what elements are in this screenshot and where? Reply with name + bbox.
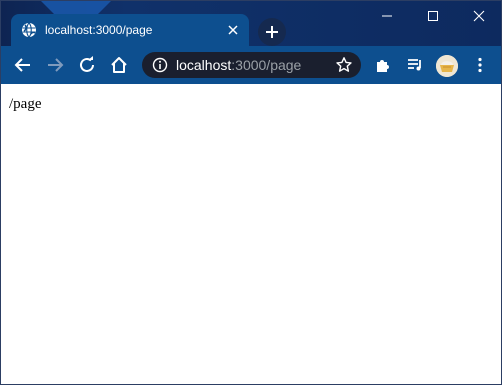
avatar-image bbox=[436, 55, 458, 77]
active-tab[interactable]: localhost:3000/page bbox=[11, 14, 249, 46]
bookmark-star-icon[interactable] bbox=[335, 56, 353, 74]
plus-icon bbox=[266, 26, 278, 38]
menu-icon bbox=[478, 57, 482, 73]
browser-toolbar: localhost:3000/page bbox=[1, 46, 501, 84]
forward-icon bbox=[48, 58, 64, 72]
address-bar[interactable]: localhost:3000/page bbox=[142, 52, 361, 78]
url-path: :3000/page bbox=[231, 57, 302, 73]
browser-window: localhost:3000/page localhost:3000/page … bbox=[0, 0, 502, 385]
back-button[interactable] bbox=[10, 52, 36, 78]
menu-button[interactable] bbox=[467, 52, 493, 78]
reload-icon bbox=[80, 56, 94, 72]
globe-icon bbox=[22, 22, 36, 38]
home-button[interactable] bbox=[106, 52, 132, 78]
media-queue-button[interactable] bbox=[402, 52, 428, 78]
page-path-text: /page bbox=[9, 96, 42, 112]
title-bar: localhost:3000/page bbox=[1, 1, 501, 46]
media-queue-icon bbox=[408, 59, 421, 71]
titlebar-accent bbox=[41, 1, 111, 15]
home-icon bbox=[111, 57, 127, 73]
page-content: /page bbox=[1, 84, 501, 384]
forward-button[interactable] bbox=[42, 52, 68, 78]
new-tab-button[interactable] bbox=[258, 18, 286, 46]
profile-avatar[interactable] bbox=[436, 55, 458, 77]
close-window-button[interactable] bbox=[456, 1, 501, 31]
maximize-button[interactable] bbox=[410, 1, 456, 31]
extensions-button[interactable] bbox=[370, 52, 396, 78]
site-info-icon[interactable] bbox=[152, 57, 168, 73]
close-icon bbox=[473, 10, 485, 22]
url-host: localhost bbox=[176, 57, 232, 73]
minimize-button[interactable] bbox=[364, 1, 410, 31]
maximize-icon bbox=[428, 11, 438, 21]
extensions-icon bbox=[377, 60, 389, 72]
tab-close-icon[interactable] bbox=[225, 22, 241, 38]
minimize-icon bbox=[382, 15, 392, 17]
address-url[interactable]: localhost:3000/page bbox=[176, 57, 335, 73]
tab-title: localhost:3000/page bbox=[45, 23, 153, 37]
reload-button[interactable] bbox=[74, 52, 100, 78]
back-icon bbox=[14, 58, 30, 72]
